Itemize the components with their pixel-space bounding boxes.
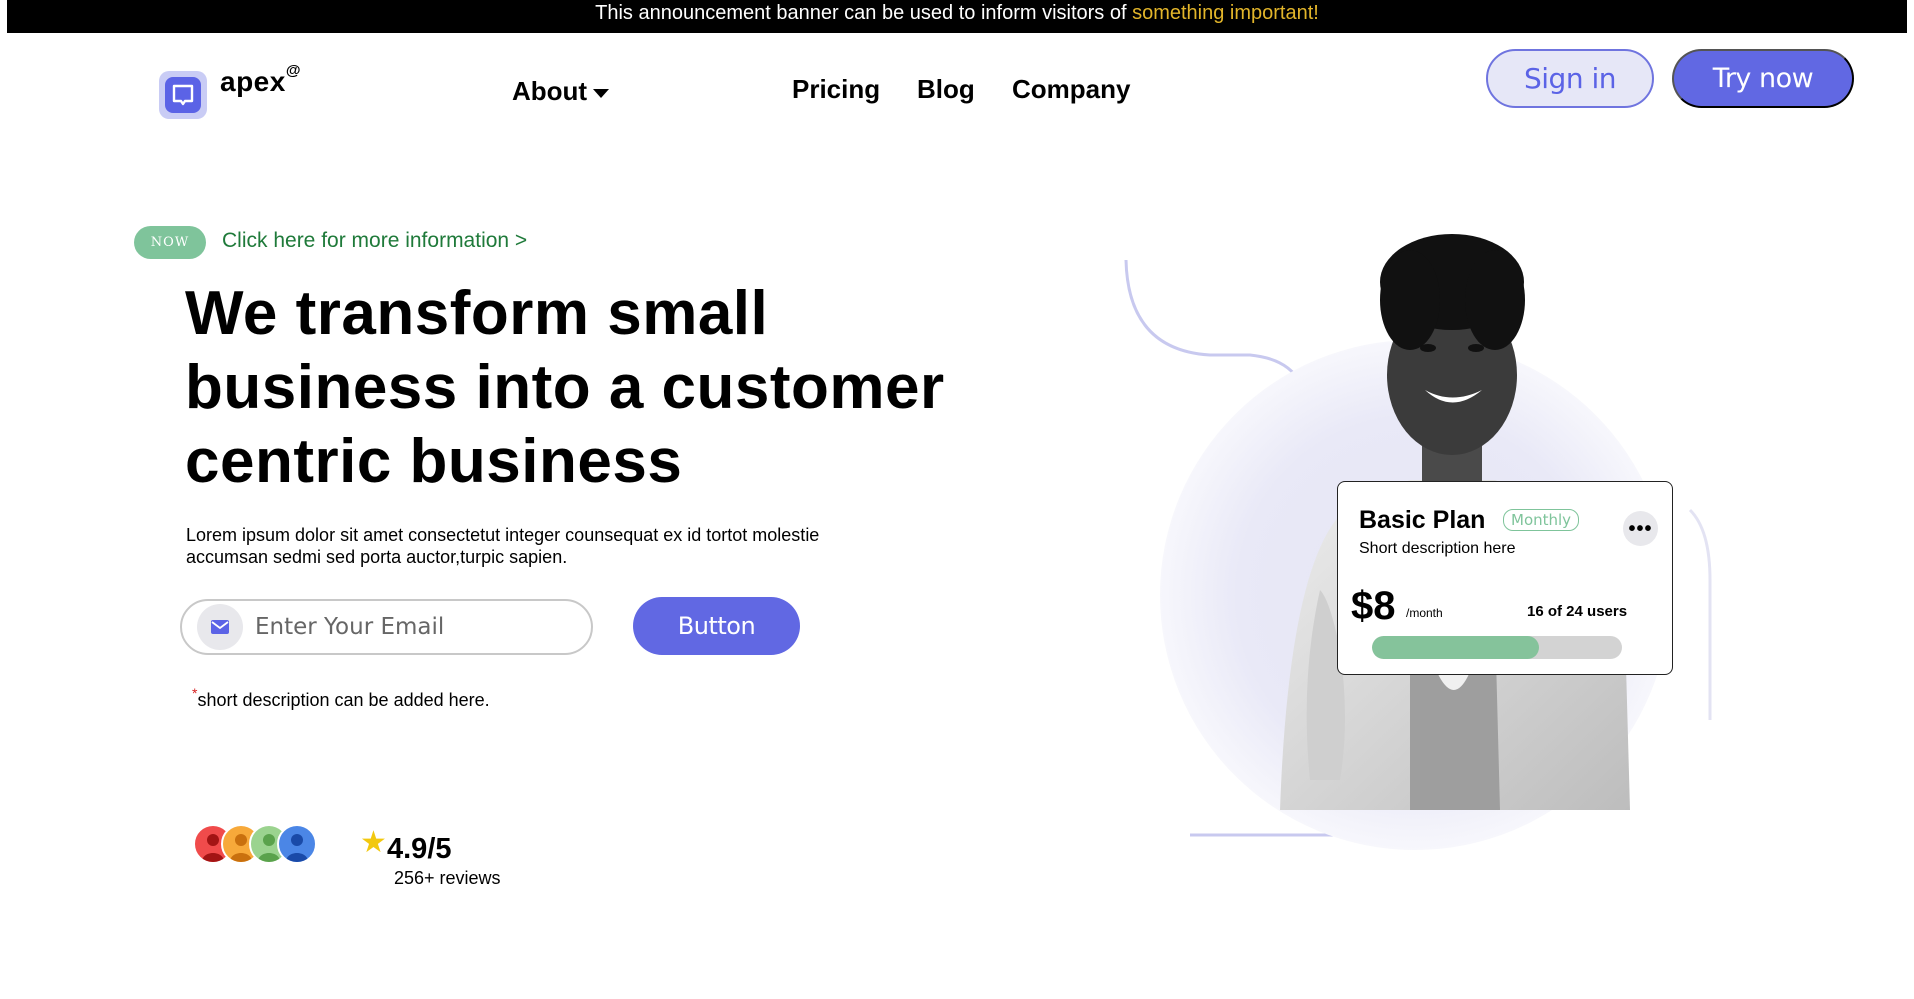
user-icon — [286, 834, 308, 862]
plan-title: Basic Plan — [1359, 506, 1486, 534]
logo[interactable] — [159, 71, 207, 119]
headline-line-1: We transform small — [185, 279, 769, 348]
plan-description: Short description here — [1359, 540, 1516, 557]
nav-company[interactable]: Company — [1012, 74, 1130, 105]
plan-users-count: 16 of 24 users — [1527, 603, 1628, 620]
avatar-group — [193, 824, 323, 868]
plan-period-badge: Monthly — [1503, 509, 1580, 531]
plan-price-period: /month — [1406, 606, 1443, 620]
plan-usage-fill — [1372, 636, 1539, 659]
brand-name-text: apex — [220, 66, 286, 97]
email-input[interactable] — [255, 614, 555, 640]
brand-name[interactable]: apex@ — [220, 62, 301, 98]
try-now-button[interactable]: Try now — [1672, 49, 1854, 108]
plan-card: Basic Plan Monthly ••• Short description… — [1337, 481, 1673, 675]
banner-highlight[interactable]: something important! — [1132, 2, 1319, 24]
star-icon: ★ — [360, 826, 387, 859]
sign-in-button[interactable]: Sign in — [1486, 49, 1654, 108]
banner-text: This announcement banner can be used to … — [595, 2, 1133, 24]
email-field[interactable] — [180, 599, 593, 655]
headline-line-3: centric business — [185, 427, 683, 496]
envelope-icon — [197, 604, 243, 650]
rating-value: 4.9/5 — [387, 833, 452, 865]
avatar — [277, 824, 317, 864]
more-info-link[interactable]: Click here for more information > — [222, 229, 527, 253]
now-badge: NOW — [134, 226, 206, 259]
nav-blog[interactable]: Blog — [917, 74, 975, 105]
form-note: *short description can be added here. — [192, 685, 490, 711]
nav-about-label: About — [512, 76, 588, 106]
brand-mark: @ — [285, 61, 301, 79]
lead-line-2: accumsan sedmi sed porta auctor,turpic s… — [186, 547, 568, 567]
chat-bubble-icon — [165, 77, 201, 113]
more-options-icon[interactable]: ••• — [1623, 511, 1658, 546]
required-asterisk: * — [192, 685, 198, 701]
nav-pricing[interactable]: Pricing — [792, 74, 880, 105]
hero-lead: Lorem ipsum dolor sit amet consectetut i… — [186, 524, 906, 568]
hero-headline: We transform small business into a custo… — [185, 277, 985, 499]
plan-price: $8 — [1351, 584, 1396, 628]
announcement-banner: This announcement banner can be used to … — [7, 0, 1907, 33]
note-text: short description can be added here. — [197, 690, 490, 710]
review-count: 256+ reviews — [394, 868, 501, 888]
lead-line-1: Lorem ipsum dolor sit amet consectetut i… — [186, 525, 820, 545]
submit-button[interactable]: Button — [633, 597, 800, 655]
headline-line-2: business into a customer — [185, 353, 945, 422]
caret-down-icon — [593, 89, 610, 98]
nav-about-dropdown[interactable]: About — [512, 76, 610, 107]
plan-usage-bar — [1372, 636, 1622, 659]
